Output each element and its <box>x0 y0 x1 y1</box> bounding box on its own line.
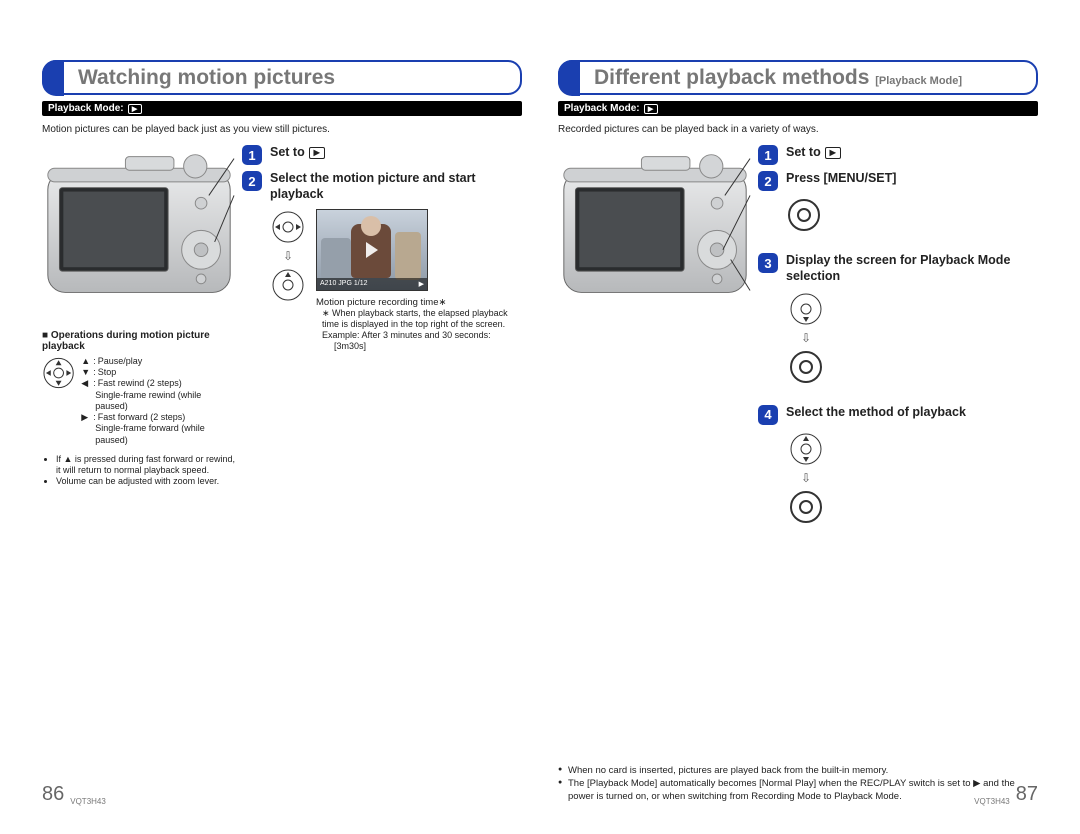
page-number-right: VQT3H43 87 <box>974 783 1038 806</box>
dpad-icon <box>42 356 75 390</box>
mode-label: Playback Mode: <box>564 103 640 114</box>
operations-list: ▲:Pause/play ▼:Stop ◀:Fast rewind (2 ste… <box>81 356 236 446</box>
rec-time-note-3: [3m30s] <box>334 341 522 352</box>
note-2: Volume can be adjusted with zoom lever. <box>56 476 236 487</box>
menu-set-button-icon <box>788 489 824 525</box>
step-4: 4 Select the method of playback <box>758 405 1038 425</box>
op-left-1: Fast rewind (2 steps) <box>98 378 182 389</box>
rec-time-label: Motion picture recording time∗ <box>316 297 522 308</box>
page-spread: Watching motion pictures Playback Mode: … <box>0 0 1080 834</box>
op-down: Stop <box>98 367 117 378</box>
doc-id: VQT3H43 <box>70 797 106 806</box>
dpad-ud-icon <box>788 431 824 467</box>
page-left: Watching motion pictures Playback Mode: … <box>42 60 522 804</box>
step-badge-3: 3 <box>758 253 778 273</box>
step-badge-2: 2 <box>758 171 778 191</box>
page-num: 87 <box>1016 783 1038 806</box>
content-row: ■ Operations during motion picture playb… <box>42 145 522 487</box>
step-1: 1 Set to ▶ <box>758 145 1038 165</box>
note-1: If ▲ is pressed during fast forward or r… <box>56 454 236 477</box>
playback-icon: ▶ <box>825 147 841 159</box>
recording-time-note: Motion picture recording time∗ ∗ When pl… <box>316 297 522 353</box>
camera-illustration <box>42 145 236 320</box>
step-4-text: Select the method of playback <box>786 405 966 421</box>
dpad-lr-icon <box>270 209 306 245</box>
mode-tag: Playback Mode: ▶ <box>558 101 1038 116</box>
op-right-1: Fast forward (2 steps) <box>98 412 186 423</box>
intro-text: Motion pictures can be played back just … <box>42 124 522 135</box>
nav-diagram: ⇩ <box>786 431 826 525</box>
section-header-right: Different playback methods [Playback Mod… <box>558 60 1038 95</box>
camera-column <box>558 145 752 524</box>
play-overlay-icon <box>366 242 378 258</box>
menu-set-button-icon <box>788 349 824 385</box>
step-badge-1: 1 <box>758 145 778 165</box>
step-badge-1: 1 <box>242 145 262 165</box>
page-title: Different playback methods [Playback Mod… <box>560 64 1036 91</box>
section-header-left: Watching motion pictures <box>42 60 522 95</box>
rec-time-note-2: Example: After 3 minutes and 30 seconds: <box>322 330 522 341</box>
content-row: 1 Set to ▶ 2 Press [MENU/SET] <box>558 145 1038 524</box>
step-3-text: Display the screen for Playback Mode sel… <box>786 253 1038 284</box>
header-cap <box>42 60 64 96</box>
nav-diagram: ⇩ <box>270 209 306 303</box>
nav-diagram: ⇩ <box>786 291 826 385</box>
doc-id: VQT3H43 <box>974 797 1010 806</box>
step-1-text: Set to <box>270 145 305 161</box>
thumb-meta: A210 JPG 1/12 <box>320 280 367 287</box>
page-num: 86 <box>42 783 64 806</box>
steps-column: 1 Set to ▶ 2 Press [MENU/SET] <box>758 145 1038 524</box>
step-badge-4: 4 <box>758 405 778 425</box>
title-sub: [Playback Mode] <box>875 75 962 87</box>
op-up: Pause/play <box>98 356 143 367</box>
thumb-play-icon: ▶ <box>419 280 424 288</box>
step-1: 1 Set to ▶ <box>242 145 522 165</box>
op-right-2: Single-frame forward (while paused) <box>95 423 236 446</box>
mode-tag: Playback Mode: ▶ <box>42 101 522 116</box>
page-number-left: 86 VQT3H43 <box>42 783 106 806</box>
page-title: Watching motion pictures <box>44 64 520 91</box>
footnote-1: When no card is inserted, pictures are p… <box>558 765 1038 777</box>
mode-label: Playback Mode: <box>48 103 124 114</box>
header-cap <box>558 60 580 96</box>
step-2: 2 Press [MENU/SET] <box>758 171 1038 191</box>
intro-text: Recorded pictures can be played back in … <box>558 124 1038 135</box>
step-badge-2: 2 <box>242 171 262 191</box>
step-3-body: ⇩ <box>786 291 1038 385</box>
arrow-down-icon: ⇩ <box>801 471 811 485</box>
camera-column: ■ Operations during motion picture playb… <box>42 145 236 487</box>
page-right: Different playback methods [Playback Mod… <box>558 60 1038 804</box>
steps-column: 1 Set to ▶ 2 Select the motion picture a… <box>242 145 522 487</box>
menu-set-button-icon <box>786 197 822 233</box>
step-1-text: Set to <box>786 145 821 161</box>
footnotes: When no card is inserted, pictures are p… <box>558 747 1038 804</box>
video-thumbnail: A210 JPG 1/12 ▶ <box>316 209 428 291</box>
dpad-up-icon <box>270 267 306 303</box>
playback-icon: ▶ <box>644 104 658 114</box>
arrow-down-icon: ⇩ <box>801 331 811 345</box>
playback-icon: ▶ <box>128 104 142 114</box>
step-4-body: ⇩ <box>786 431 1038 525</box>
step-2-body <box>786 197 1038 233</box>
op-left-2: Single-frame rewind (while paused) <box>95 390 236 413</box>
camera-illustration <box>558 145 752 320</box>
step-2: 2 Select the motion picture and start pl… <box>242 171 522 202</box>
operations-title: ■ Operations during motion picture playb… <box>42 330 236 352</box>
arrow-down-icon: ⇩ <box>283 249 293 263</box>
step-2-text: Press [MENU/SET] <box>786 171 896 187</box>
dpad-down-icon <box>788 291 824 327</box>
playback-icon: ▶ <box>309 147 325 159</box>
step-2-body: ⇩ <box>270 209 522 353</box>
operations-block: ■ Operations during motion picture playb… <box>42 330 236 488</box>
footnote-2: The [Playback Mode] automatically become… <box>558 778 1038 803</box>
step-2-text: Select the motion picture and start play… <box>270 171 522 202</box>
title-main: Different playback methods <box>594 66 869 89</box>
rec-time-note-1: ∗ When playback starts, the elapsed play… <box>322 308 522 331</box>
operation-notes: If ▲ is pressed during fast forward or r… <box>42 454 236 488</box>
step-3: 3 Display the screen for Playback Mode s… <box>758 253 1038 284</box>
